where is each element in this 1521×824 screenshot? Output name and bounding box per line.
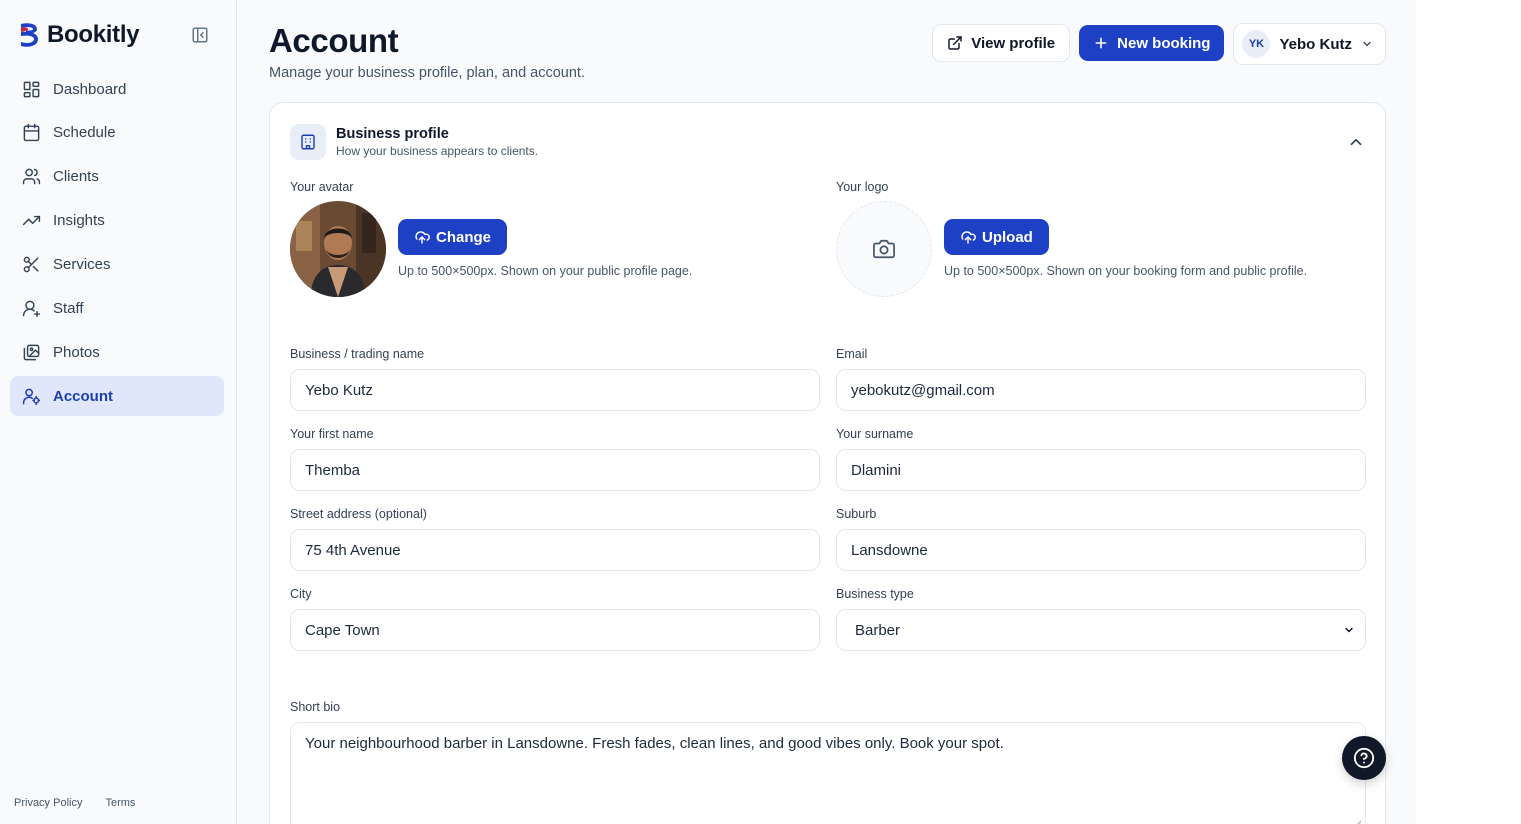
- bookitly-logo-icon: [21, 23, 38, 47]
- sidebar-item-staff[interactable]: Staff: [10, 288, 224, 328]
- city-input[interactable]: Cape Town: [290, 609, 820, 651]
- page-subtitle: Manage your business profile, plan, and …: [269, 65, 585, 81]
- sidebar-item-label: Staff: [53, 299, 84, 317]
- sidebar-item-label: Services: [53, 256, 111, 274]
- chevron-up-icon[interactable]: [1347, 133, 1365, 151]
- sidebar-item-label: Clients: [53, 168, 99, 186]
- new-booking-label: New booking: [1117, 34, 1211, 52]
- sidebar-item-services[interactable]: Services: [10, 245, 224, 285]
- building-icon: [290, 124, 326, 160]
- sidebar-footer: Privacy Policy Terms: [14, 797, 135, 809]
- sidebar: Bookitly Dashboard Schedule Clients Insi…: [0, 0, 237, 824]
- page-title: Account: [269, 22, 399, 59]
- cloud-upload-icon: [415, 231, 430, 244]
- logo-hint: Up to 500×500px. Shown on your booking f…: [944, 264, 1308, 278]
- business-type-label: Business type: [836, 587, 914, 601]
- bio-text: Your neighbourhood barber in Lansdowne. …: [305, 735, 1004, 752]
- change-avatar-button[interactable]: Change: [398, 219, 508, 255]
- logo-label: Your logo: [836, 180, 889, 194]
- sidebar-item-photos[interactable]: Photos: [10, 332, 224, 372]
- dashboard-icon: [23, 81, 40, 97]
- terms-link[interactable]: Terms: [105, 797, 135, 809]
- collapse-sidebar-icon[interactable]: [190, 25, 210, 45]
- brand[interactable]: Bookitly: [17, 20, 140, 50]
- brand-name: Bookitly: [47, 21, 140, 48]
- business-type-value: Barber: [855, 621, 901, 639]
- change-avatar-label: Change: [436, 228, 492, 246]
- plus-icon: [1095, 37, 1107, 49]
- card-title: Business profile: [336, 126, 449, 142]
- user-menu[interactable]: YK Yebo Kutz: [1233, 23, 1386, 65]
- first-name-label: Your first name: [290, 427, 374, 441]
- staff-icon: [22, 300, 41, 318]
- surname-label: Your surname: [836, 427, 914, 441]
- sidebar-item-clients[interactable]: Clients: [10, 157, 224, 197]
- camera-icon: [873, 239, 895, 259]
- account-icon: [22, 388, 41, 405]
- sidebar-item-label: Account: [53, 387, 113, 405]
- email-input[interactable]: yebokutz@gmail.com: [836, 369, 1366, 411]
- sidebar-nav: Dashboard Schedule Clients Insights Serv…: [10, 69, 224, 420]
- header-actions: View profile New booking YK Yebo Kutz: [932, 23, 1386, 65]
- user-avatar: YK: [1242, 30, 1271, 58]
- street-input[interactable]: 75 4th Avenue: [290, 529, 820, 571]
- new-booking-button[interactable]: New booking: [1079, 25, 1225, 61]
- avatar-photo: [290, 201, 386, 297]
- sidebar-item-dashboard[interactable]: Dashboard: [10, 69, 224, 109]
- sidebar-item-label: Schedule: [53, 124, 116, 142]
- view-profile-label: View profile: [971, 34, 1056, 52]
- upload-logo-button[interactable]: Upload: [944, 219, 1049, 255]
- sidebar-item-account[interactable]: Account: [10, 376, 224, 417]
- upload-logo-label: Upload: [982, 228, 1033, 246]
- surname-input[interactable]: Dlamini: [836, 449, 1366, 491]
- sidebar-item-insights[interactable]: Insights: [10, 201, 224, 241]
- suburb-label: Suburb: [836, 507, 877, 521]
- help-button[interactable]: [1342, 736, 1386, 780]
- business-profile-card: Business profile How your business appea…: [269, 102, 1386, 824]
- street-label: Street address (optional): [290, 507, 427, 521]
- first-name-input[interactable]: Themba: [290, 449, 820, 491]
- external-link-icon: [948, 36, 962, 50]
- business-name-input[interactable]: Yebo Kutz: [290, 369, 820, 411]
- photos-icon: [23, 344, 40, 361]
- avatar-label: Your avatar: [290, 180, 354, 194]
- suburb-input[interactable]: Lansdowne: [836, 529, 1366, 571]
- resize-grip-icon[interactable]: [1354, 820, 1362, 824]
- users-icon: [22, 168, 41, 185]
- trending-up-icon: [22, 216, 41, 226]
- cloud-upload-icon: [961, 231, 976, 244]
- card-subtitle: How your business appears to clients.: [336, 144, 539, 158]
- calendar-icon: [23, 124, 40, 142]
- logo-placeholder[interactable]: [836, 201, 932, 297]
- view-profile-button[interactable]: View profile: [932, 24, 1071, 62]
- email-label: Email: [836, 347, 868, 361]
- sidebar-item-label: Insights: [53, 212, 105, 230]
- business-name-label: Business / trading name: [290, 347, 425, 361]
- page-margin: [1416, 0, 1521, 824]
- sidebar-item-schedule[interactable]: Schedule: [10, 113, 224, 153]
- user-name: Yebo Kutz: [1279, 35, 1352, 53]
- scissors-icon: [23, 256, 39, 273]
- sidebar-item-label: Dashboard: [53, 80, 127, 98]
- sidebar-item-label: Photos: [53, 343, 100, 361]
- business-type-select[interactable]: Barber: [836, 609, 1366, 651]
- bio-textarea[interactable]: Your neighbourhood barber in Lansdowne. …: [290, 722, 1366, 824]
- privacy-policy-link[interactable]: Privacy Policy: [14, 797, 82, 809]
- help-circle-icon: [1353, 747, 1375, 769]
- avatar-hint: Up to 500×500px. Shown on your public pr…: [398, 264, 693, 278]
- chevron-down-icon: [1363, 41, 1371, 47]
- city-label: City: [290, 587, 312, 601]
- bio-label: Short bio: [290, 700, 341, 714]
- chevron-down-icon: [1345, 627, 1353, 633]
